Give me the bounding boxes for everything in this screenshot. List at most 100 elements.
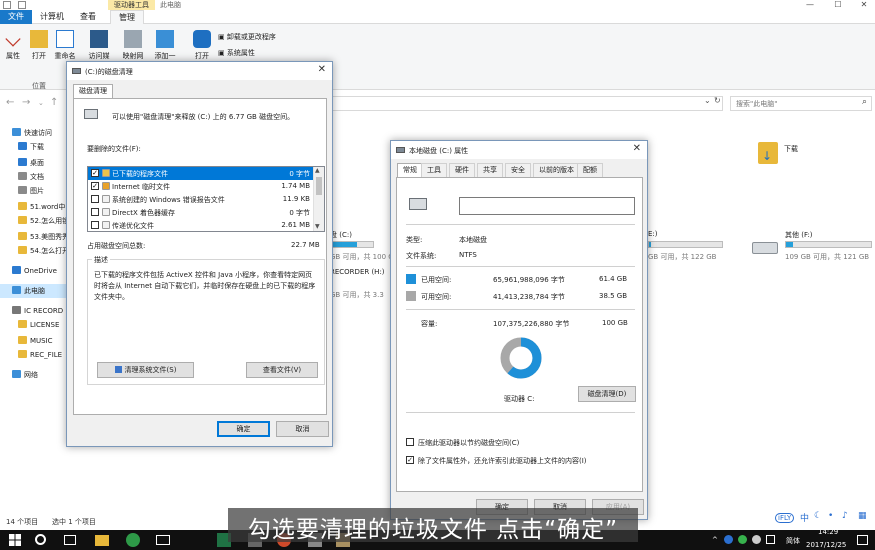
forward-icon[interactable]: → (22, 97, 30, 108)
search-input[interactable]: 搜索"此电脑" ⌕ (730, 96, 872, 111)
open-settings-button[interactable]: 打开 (189, 30, 215, 61)
nav-item[interactable]: 网络 (0, 368, 70, 382)
maximize-button[interactable]: ☐ (826, 0, 850, 10)
refresh-icon[interactable]: ↻ (714, 96, 721, 105)
properties-tab[interactable]: 以前的版本 (533, 163, 580, 177)
close-icon[interactable]: ✕ (318, 64, 326, 75)
close-button[interactable]: ✕ (852, 0, 875, 10)
file-checkbox[interactable] (91, 195, 99, 203)
file-checkbox[interactable]: ✓ (91, 169, 99, 177)
clean-system-files-button[interactable]: 清理系统文件(S) (97, 362, 194, 378)
ok-button[interactable]: 确定 (217, 421, 270, 437)
properties-tab[interactable]: 共享 (477, 163, 503, 177)
clock-time[interactable]: 14:29 (818, 528, 838, 536)
nav-item[interactable]: 图片 (0, 184, 70, 198)
list-scrollbar[interactable]: ▲ ▼ (313, 167, 324, 231)
open-button[interactable]: 打开 (26, 30, 52, 61)
back-icon[interactable]: ← (6, 97, 14, 108)
up-icon[interactable]: ↑ (50, 97, 58, 108)
nav-item[interactable]: MUSIC (0, 334, 70, 348)
windows-start-icon[interactable] (8, 533, 22, 547)
tab-manage[interactable]: 管理 (110, 10, 144, 24)
search-icon[interactable] (35, 534, 46, 545)
files-to-delete-list[interactable]: 传递优化文件 2.61 MB DirectX 着色器缓存 0 字节 系统创建的 Wind… (87, 166, 325, 232)
file-checkbox[interactable] (91, 208, 99, 216)
properties-tab[interactable]: 安全 (505, 163, 531, 177)
compress-checkbox[interactable] (406, 438, 414, 446)
scroll-thumb[interactable] (316, 177, 322, 195)
properties-button[interactable]: 属性 (0, 30, 26, 61)
file-explorer-icon[interactable] (95, 535, 109, 546)
minimize-button[interactable]: — (798, 0, 822, 10)
checkmark-icon (5, 31, 21, 47)
properties-tab[interactable]: 工具 (421, 163, 447, 177)
tab-file[interactable]: 文件 (0, 10, 32, 24)
drive-e-label: E:) (648, 230, 658, 238)
tray-app-icon[interactable] (724, 535, 733, 544)
nav-item[interactable]: 桌面 (0, 156, 70, 170)
chevron-up-icon[interactable]: ^ (712, 536, 718, 544)
wechat-icon[interactable] (738, 535, 747, 544)
file-list-row[interactable]: ✓ 已下载的程序文件 0 字节 (88, 167, 314, 180)
clock-date[interactable]: 2017/12/25 (806, 541, 846, 549)
index-checkbox[interactable]: ✓ (406, 456, 414, 464)
nav-item[interactable]: 下载 (0, 140, 70, 154)
nav-item[interactable]: 快速访问 (0, 126, 70, 140)
nav-item[interactable]: 52.怎么用锁 (0, 214, 70, 228)
scroll-up-icon[interactable]: ▲ (315, 167, 320, 174)
file-list-row[interactable]: 系统创建的 Windows 错误报告文件 11.9 KB (88, 193, 314, 206)
tab-disk-cleanup[interactable]: 磁盘清理 (73, 84, 113, 99)
mic-icon[interactable]: ♪ (842, 511, 848, 521)
properties-tab[interactable]: 硬件 (449, 163, 475, 177)
tab-view[interactable]: 查看 (72, 10, 104, 24)
uninstall-button[interactable]: ▣ 卸载或更改程序 (218, 32, 276, 42)
file-list-row[interactable]: DirectX 着色器缓存 0 字节 (88, 206, 314, 219)
disk-cleanup-button[interactable]: 磁盘清理(D) (578, 386, 636, 402)
close-icon[interactable]: ✕ (633, 143, 641, 154)
rename-icon (56, 30, 74, 48)
drive-f-icon[interactable] (752, 242, 778, 254)
properties-qat-icon[interactable] (18, 1, 26, 9)
file-checkbox[interactable]: ✓ (91, 182, 99, 190)
tray-app-icon[interactable] (752, 535, 761, 544)
divider (406, 224, 635, 225)
file-list-row[interactable]: 传递优化文件 2.61 MB (88, 219, 314, 231)
input-language[interactable]: 简体 (786, 536, 800, 546)
punctuation-icon[interactable]: • (828, 511, 833, 521)
rename-button[interactable]: 重命名 (52, 30, 78, 61)
system-properties-button[interactable]: ▣ 系统属性 (218, 48, 255, 58)
drive-tools-tab[interactable]: 驱动器工具 (108, 0, 155, 10)
notification-icon[interactable] (857, 535, 868, 545)
quick-access-toolbar-icon[interactable] (3, 1, 11, 9)
properties-tab[interactable]: 常规 (397, 163, 423, 178)
nav-item[interactable]: 53.美图秀秀 (0, 230, 70, 244)
nav-item[interactable]: OneDrive (0, 264, 70, 278)
chrome-icon[interactable] (126, 533, 140, 547)
drive-f-usage-bar (785, 241, 872, 248)
task-view-icon[interactable] (64, 535, 76, 545)
drive-name-input[interactable] (459, 197, 635, 215)
scroll-down-icon[interactable]: ▼ (315, 223, 320, 230)
nav-item[interactable]: 文档 (0, 170, 70, 184)
chevron-down-icon[interactable]: ⌄ (38, 99, 44, 107)
keyboard-icon[interactable]: ▦ (858, 511, 867, 521)
nav-item[interactable]: REC_FILE (0, 348, 70, 362)
cancel-button[interactable]: 取消 (276, 421, 329, 437)
nav-item[interactable]: IC RECORD (0, 304, 70, 318)
tab-computer[interactable]: 计算机 (32, 10, 72, 24)
nav-item[interactable]: LICENSE (0, 318, 70, 332)
nav-item[interactable]: 54.怎么打开 (0, 244, 70, 258)
nav-item[interactable]: 此电脑 (0, 284, 70, 298)
volume-icon[interactable] (766, 535, 775, 544)
ime-mode-indicator[interactable]: 中 (800, 511, 809, 524)
mail-icon[interactable] (156, 535, 170, 545)
view-files-button[interactable]: 查看文件(V) (246, 362, 318, 378)
properties-tab[interactable]: 配额 (577, 163, 603, 177)
moon-icon[interactable]: ☾ (814, 511, 822, 521)
address-bar[interactable] (330, 96, 723, 111)
file-checkbox[interactable] (91, 221, 99, 229)
nav-item-icon (18, 232, 27, 240)
nav-item[interactable]: 51.word中 (0, 200, 70, 214)
file-list-row[interactable]: ✓ Internet 临时文件 1.74 MB (88, 180, 314, 193)
chevron-down-icon[interactable]: ⌄ (704, 96, 711, 105)
